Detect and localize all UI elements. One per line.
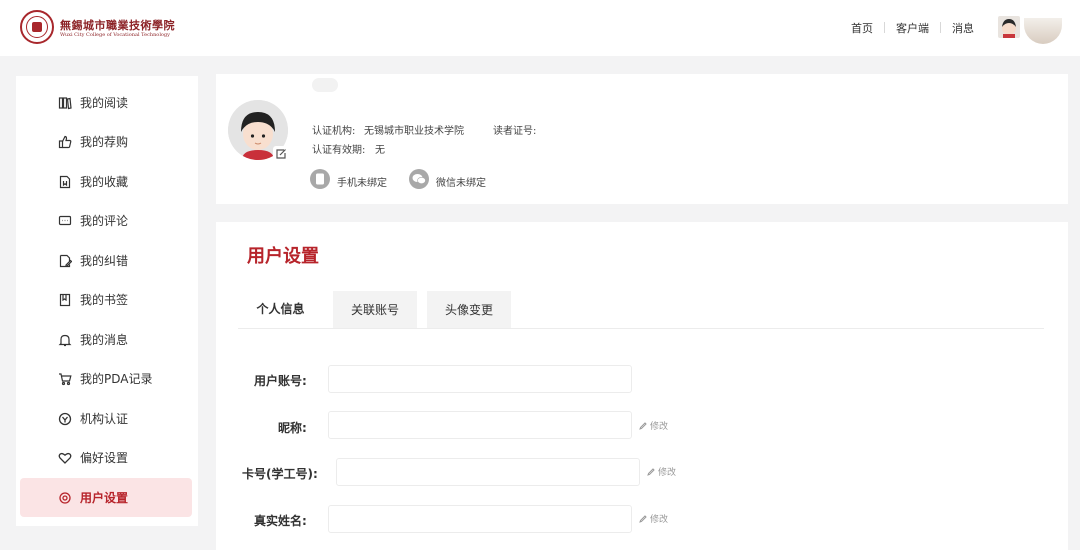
- edit-nickname-link[interactable]: 修改: [639, 419, 668, 432]
- profile-card: 认证机构: 无锡城市职业技术学院 读者证号: 认证有效期: 无 手机未绑定 微信…: [216, 74, 1068, 204]
- validity-value: 无: [375, 145, 385, 156]
- card-number-field[interactable]: [336, 458, 640, 486]
- sidebar-item-institution-auth[interactable]: 机构认证: [20, 399, 192, 438]
- cart-icon: [58, 372, 72, 386]
- sidebar-item-label: 机构认证: [80, 412, 129, 426]
- sidebar-item-reading[interactable]: 我的阅读: [20, 83, 192, 122]
- reader-id-label: 读者证号:: [493, 126, 537, 137]
- sidebar-item-label: 我的PDA记录: [80, 372, 153, 386]
- settings-icon: [58, 491, 72, 505]
- user-settings-card: 用户设置 个人信息 关联账号 头像变更 用户账号: 昵称: 修改 卡号(学工号)…: [216, 222, 1068, 550]
- tab-divider: [238, 328, 1044, 329]
- tab-avatar-change[interactable]: 头像变更: [427, 291, 511, 328]
- edit-avatar-icon[interactable]: [273, 146, 289, 162]
- edit-label: 修改: [650, 422, 669, 432]
- nav-divider: [940, 22, 941, 33]
- sidebar-item-messages[interactable]: 我的消息: [20, 320, 192, 359]
- sidebar-item-label: 我的荐购: [80, 135, 129, 149]
- user-menu-blurred[interactable]: [1024, 18, 1062, 44]
- wechat-bind-status[interactable]: 微信未绑定: [436, 174, 486, 189]
- sidebar: 我的阅读 我的荐购 我的收藏 我的评论 我的纠错 我的书签 我的消息 我的PDA…: [16, 76, 198, 526]
- pencil-icon: [639, 514, 647, 523]
- sidebar-item-user-settings[interactable]: 用户设置: [20, 478, 192, 517]
- real-name-field[interactable]: [328, 505, 632, 533]
- sidebar-item-label: 用户设置: [80, 491, 129, 505]
- sidebar-item-preferences[interactable]: 偏好设置: [20, 438, 192, 477]
- sidebar-item-label: 我的书签: [80, 293, 129, 307]
- comment-icon: [58, 214, 72, 228]
- pencil-icon: [647, 467, 655, 476]
- user-avatar[interactable]: [998, 16, 1020, 38]
- sidebar-item-recommend[interactable]: 我的荐购: [20, 122, 192, 161]
- bookmark-icon: [58, 293, 72, 307]
- college-name-logo[interactable]: 無錫城市職業技術學院: [60, 17, 175, 33]
- college-english-name: Wuxi City College of Vocational Technolo…: [60, 32, 170, 38]
- phone-icon[interactable]: [310, 169, 330, 189]
- bell-icon: [58, 333, 72, 347]
- tab-linked-accounts[interactable]: 关联账号: [333, 291, 417, 328]
- edit-label: 修改: [658, 468, 677, 478]
- account-field[interactable]: [328, 365, 632, 393]
- sidebar-item-label: 我的阅读: [80, 96, 129, 110]
- nav-home-link[interactable]: 首页: [851, 20, 873, 36]
- sidebar-item-favorites[interactable]: 我的收藏: [20, 162, 192, 201]
- nav-messages-link[interactable]: 消息: [952, 20, 974, 36]
- nav-client-link[interactable]: 客户端: [896, 20, 929, 36]
- verify-icon: [58, 412, 72, 426]
- nav-divider: [884, 22, 885, 33]
- validity-label: 认证有效期:: [312, 145, 366, 156]
- real-name-label: 真实姓名:: [254, 514, 307, 528]
- sidebar-item-corrections[interactable]: 我的纠错: [20, 241, 192, 280]
- phone-bind-status[interactable]: 手机未绑定: [337, 174, 387, 189]
- sidebar-item-label: 我的评论: [80, 214, 129, 228]
- settings-title: 用户设置: [247, 246, 319, 267]
- org-value: 无锡城市职业技术学院: [364, 126, 464, 137]
- edit-doc-icon: [58, 254, 72, 268]
- edit-card-number-link[interactable]: 修改: [647, 465, 676, 478]
- tab-personal-info[interactable]: 个人信息: [238, 291, 323, 328]
- edit-label: 修改: [650, 515, 669, 525]
- sidebar-item-label: 我的纠错: [80, 254, 129, 268]
- username-blurred: [312, 78, 338, 92]
- card-number-label: 卡号(学工号):: [242, 467, 318, 481]
- edit-real-name-link[interactable]: 修改: [639, 512, 668, 525]
- sidebar-item-label: 我的消息: [80, 333, 129, 347]
- sidebar-item-pda-records[interactable]: 我的PDA记录: [20, 359, 192, 398]
- sidebar-item-bookmarks[interactable]: 我的书签: [20, 280, 192, 319]
- sidebar-item-label: 偏好设置: [80, 451, 129, 465]
- sidebar-item-label: 我的收藏: [80, 175, 129, 189]
- wechat-icon[interactable]: [409, 169, 429, 189]
- account-label: 用户账号:: [254, 374, 307, 388]
- org-label: 认证机构:: [312, 126, 356, 137]
- nickname-field[interactable]: [328, 411, 632, 439]
- nickname-label: 昵称:: [278, 421, 307, 435]
- college-seal-logo[interactable]: [20, 10, 54, 44]
- bookmark-doc-icon: [58, 175, 72, 189]
- sidebar-item-comments[interactable]: 我的评论: [20, 201, 192, 240]
- top-header: 無錫城市職業技術學院 Wuxi City College of Vocation…: [0, 0, 1080, 56]
- thumbs-up-icon: [58, 135, 72, 149]
- books-icon: [58, 96, 72, 110]
- heart-icon: [58, 451, 72, 465]
- pencil-icon: [639, 421, 647, 430]
